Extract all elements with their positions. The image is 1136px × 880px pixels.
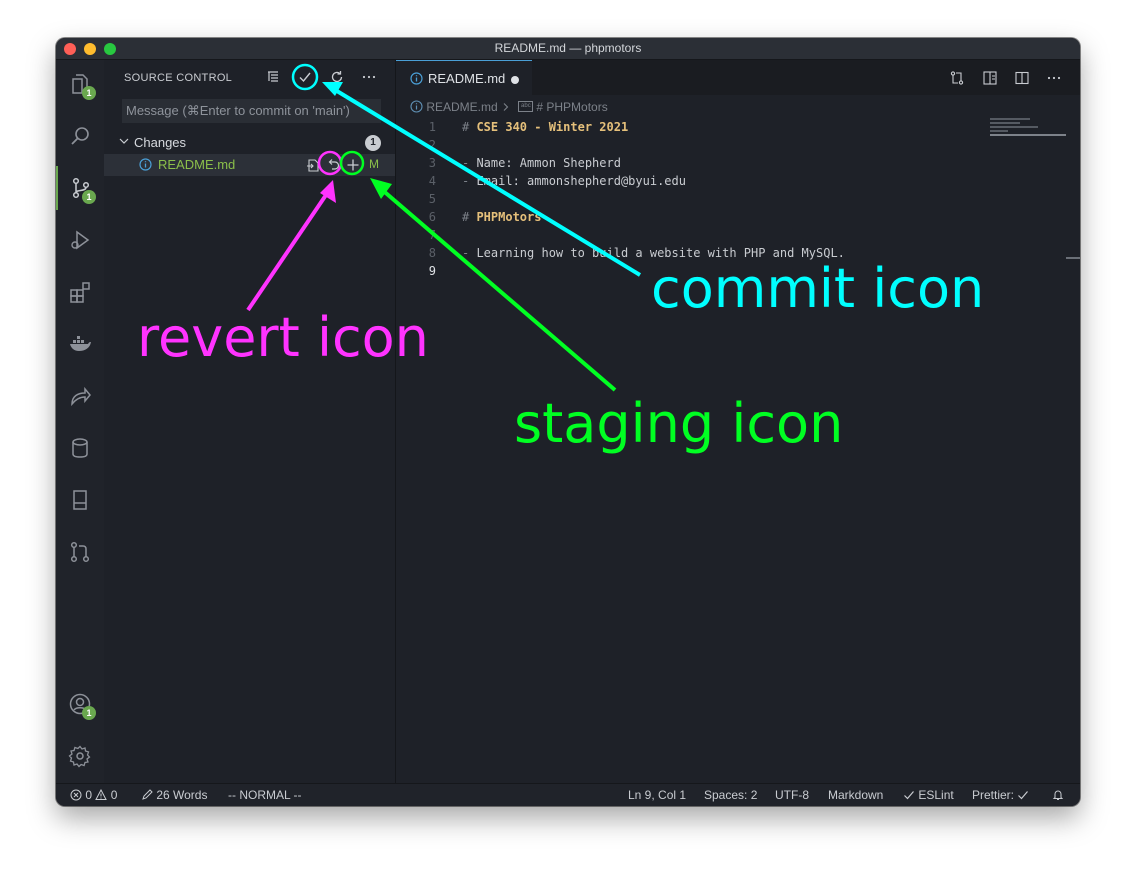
revert-arrow (246, 190, 330, 312)
revert-highlight-circle (317, 150, 343, 176)
revert-icon-label: revert icon (137, 306, 429, 369)
commit-icon-label: commit icon (651, 257, 985, 320)
staging-highlight-circle (339, 150, 365, 176)
revert-annotation (246, 150, 343, 312)
commit-highlight-circle (291, 63, 319, 91)
staging-icon-label: staging icon (514, 392, 844, 455)
